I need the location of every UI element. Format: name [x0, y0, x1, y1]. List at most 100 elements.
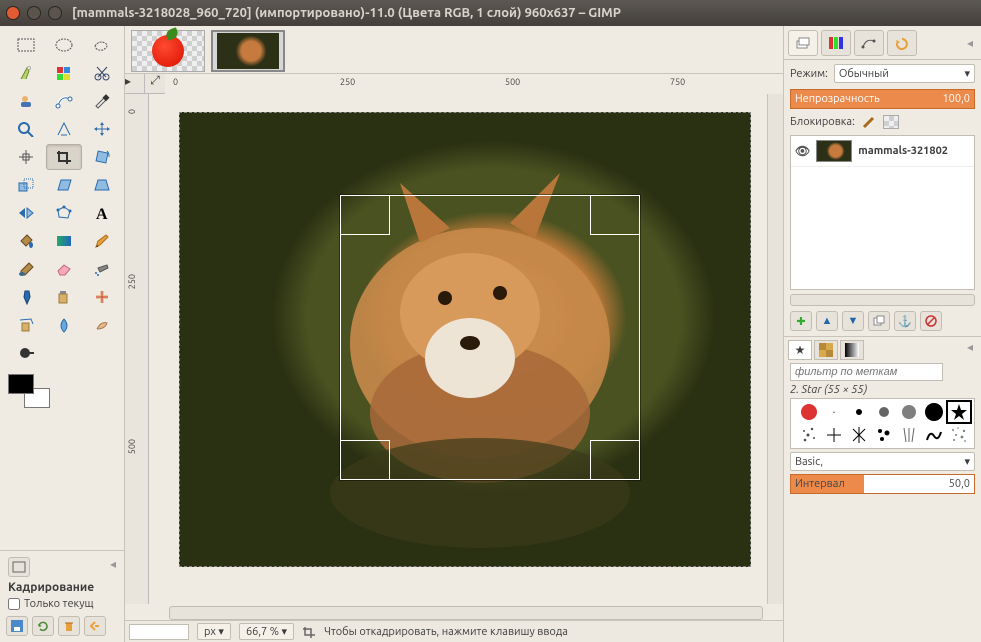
brush-cell[interactable] [847, 424, 871, 446]
rotate-tool[interactable] [84, 144, 120, 170]
blur-tool[interactable] [46, 312, 82, 338]
crop-tool[interactable] [46, 144, 82, 170]
visibility-icon[interactable]: 👁 [795, 144, 810, 158]
reset-preset-button[interactable] [84, 616, 106, 636]
crop-handle-bl[interactable] [340, 440, 390, 480]
lock-alpha-icon[interactable] [883, 115, 899, 129]
eraser-tool[interactable] [46, 256, 82, 282]
clone-tool[interactable] [46, 284, 82, 310]
close-button[interactable] [6, 6, 20, 20]
airbrush-tool[interactable] [84, 256, 120, 282]
minimize-button[interactable] [27, 6, 41, 20]
ruler-toggle[interactable]: ▸ [125, 74, 145, 94]
brush-cell[interactable] [847, 401, 871, 423]
smudge-tool[interactable] [84, 312, 120, 338]
color-picker-tool[interactable] [84, 88, 120, 114]
lock-pixels-icon[interactable] [861, 115, 877, 129]
fg-color[interactable] [8, 374, 34, 394]
brush-filter-input[interactable] [790, 363, 943, 381]
maximize-button[interactable] [48, 6, 62, 20]
zoom-tool[interactable] [8, 116, 44, 142]
layer-name[interactable]: mammals-321802 [858, 145, 948, 157]
gradients-tab[interactable] [840, 340, 864, 360]
brush-cell[interactable] [872, 424, 896, 446]
interval-slider[interactable]: Интервал 50,0 [790, 474, 975, 494]
image-tab-2[interactable] [211, 30, 285, 72]
ink-tool[interactable] [8, 284, 44, 310]
text-tool[interactable]: A [84, 200, 120, 226]
duplicate-layer-button[interactable] [868, 311, 890, 331]
delete-preset-button[interactable] [58, 616, 80, 636]
paths-tool[interactable] [46, 88, 82, 114]
pencil-tool[interactable] [84, 228, 120, 254]
brush-cell[interactable] [922, 401, 946, 423]
color-select-tool[interactable] [46, 60, 82, 86]
brush-cell[interactable] [822, 424, 846, 446]
blend-tool[interactable] [46, 228, 82, 254]
image-tab-1[interactable] [131, 30, 205, 72]
vertical-ruler[interactable]: 0 250 500 [125, 94, 149, 604]
move-tool[interactable] [84, 116, 120, 142]
crop-handle-tl[interactable] [340, 195, 390, 235]
align-tool[interactable] [8, 144, 44, 170]
brush-cell[interactable] [897, 424, 921, 446]
zoom-selector[interactable]: 66,7 % ▾ [239, 623, 294, 640]
paintbrush-tool[interactable] [8, 256, 44, 282]
bucket-fill-tool[interactable] [8, 228, 44, 254]
patterns-tab[interactable] [814, 340, 838, 360]
anchor-layer-button[interactable]: ⚓ [894, 311, 916, 331]
brush-cell[interactable] [947, 424, 971, 446]
foreground-select-tool[interactable] [8, 88, 44, 114]
perspective-clone-tool[interactable] [8, 312, 44, 338]
measure-tool[interactable] [46, 116, 82, 142]
brush-cell[interactable] [797, 424, 821, 446]
scissors-tool[interactable] [84, 60, 120, 86]
only-current-input[interactable] [8, 598, 20, 610]
brushes-tab[interactable]: ★ [788, 340, 812, 360]
brush-cell[interactable] [872, 401, 896, 423]
ellipse-select-tool[interactable] [46, 32, 82, 58]
crop-handle-br[interactable] [590, 440, 640, 480]
layers-list[interactable]: 👁 mammals-321802 [790, 135, 975, 290]
opacity-slider[interactable]: Непрозрачность 100,0 [790, 89, 975, 109]
fuzzy-select-tool[interactable] [8, 60, 44, 86]
lower-layer-button[interactable]: ▼ [842, 311, 864, 331]
cage-tool[interactable] [46, 200, 82, 226]
layer-row[interactable]: 👁 mammals-321802 [791, 136, 974, 167]
brush-cell[interactable] [897, 401, 921, 423]
undo-tab[interactable] [887, 30, 917, 56]
brush-grid[interactable]: · [790, 398, 975, 449]
heal-tool[interactable] [84, 284, 120, 310]
mode-combo[interactable]: Обычный▾ [834, 64, 975, 83]
channels-tab[interactable] [821, 30, 851, 56]
horizontal-scrollbar[interactable] [169, 606, 763, 620]
canvas[interactable] [149, 94, 767, 604]
quick-mask-toggle[interactable]: ⤢ [145, 74, 165, 94]
brush-cell[interactable]: · [822, 401, 846, 423]
dodge-tool[interactable] [8, 340, 44, 366]
raise-layer-button[interactable]: ▲ [816, 311, 838, 331]
delete-layer-button[interactable] [920, 311, 942, 331]
flip-tool[interactable] [8, 200, 44, 226]
unit-selector[interactable]: px ▾ [197, 623, 231, 640]
vertical-scrollbar[interactable] [767, 94, 783, 604]
paths-tab[interactable] [854, 30, 884, 56]
new-layer-button[interactable]: ✚ [790, 311, 812, 331]
crop-handle-tr[interactable] [590, 195, 640, 235]
tool-options-tab[interactable] [8, 557, 30, 577]
brush-preset-combo[interactable]: Basic,▾ [790, 452, 975, 471]
shear-tool[interactable] [46, 172, 82, 198]
scale-tool[interactable] [8, 172, 44, 198]
save-preset-button[interactable] [6, 616, 28, 636]
crop-rectangle[interactable] [340, 195, 640, 480]
brush-cell[interactable] [922, 424, 946, 446]
layers-tab[interactable] [788, 30, 818, 56]
rect-select-tool[interactable] [8, 32, 44, 58]
free-select-tool[interactable] [84, 32, 120, 58]
only-current-checkbox[interactable]: Только текущ [8, 598, 116, 610]
brush-cell[interactable] [797, 401, 821, 423]
restore-preset-button[interactable] [32, 616, 54, 636]
layers-hscroll[interactable] [790, 294, 975, 306]
perspective-tool[interactable] [84, 172, 120, 198]
color-swatches[interactable] [8, 374, 50, 408]
